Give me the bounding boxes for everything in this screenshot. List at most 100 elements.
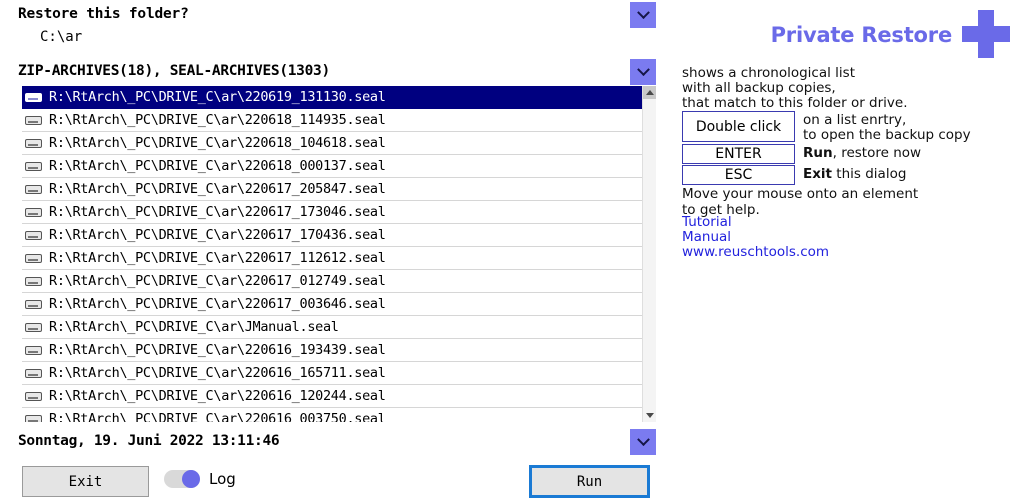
- key-esc[interactable]: ESC: [682, 165, 795, 185]
- chevron-down-icon-header[interactable]: [630, 2, 656, 28]
- chevron-down-icon: [636, 432, 650, 446]
- drive-icon: [25, 368, 42, 379]
- chevron-down-icon: [636, 62, 650, 76]
- drive-slot: [28, 189, 38, 192]
- restore-dialog-main: Restore this folder? C:\ar ZIP-ARCHIVES(…: [0, 0, 660, 504]
- run-button[interactable]: Run: [529, 465, 650, 498]
- list-item-path: R:\RtArch\_PC\DRIVE_C\ar\220617_173046.s…: [49, 204, 386, 220]
- drive-slot: [28, 281, 38, 284]
- drive-icon: [25, 161, 42, 172]
- list-item[interactable]: R:\RtArch\_PC\DRIVE_C\ar\JManual.seal: [22, 316, 642, 339]
- list-item-path: R:\RtArch\_PC\DRIVE_C\ar\JManual.seal: [49, 319, 339, 335]
- tutorial-link[interactable]: Tutorial: [682, 214, 732, 230]
- list-item-path: R:\RtArch\_PC\DRIVE_C\ar\220617_170436.s…: [49, 227, 386, 243]
- key-double-click[interactable]: Double click: [682, 111, 795, 142]
- esc-key-desc: Exit this dialog: [803, 166, 906, 182]
- triangle-down-icon: [645, 413, 654, 418]
- drive-icon: [25, 207, 42, 218]
- list-item[interactable]: R:\RtArch\_PC\DRIVE_C\ar\220617_173046.s…: [22, 201, 642, 224]
- triangle-up-icon: [645, 90, 654, 95]
- description-line-3: that match to this folder or drive.: [682, 95, 908, 111]
- drive-slot: [28, 304, 38, 307]
- log-toggle[interactable]: Log: [164, 470, 236, 488]
- enter-key-desc-bold: Run: [803, 145, 833, 161]
- drive-icon: [25, 276, 42, 287]
- list-item-path: R:\RtArch\_PC\DRIVE_C\ar\220618_114935.s…: [49, 112, 386, 128]
- drive-icon: [25, 184, 42, 195]
- drive-icon: [25, 115, 42, 126]
- list-item[interactable]: R:\RtArch\_PC\DRIVE_C\ar\220617_170436.s…: [22, 224, 642, 247]
- list-item-path: R:\RtArch\_PC\DRIVE_C\ar\220617_003646.s…: [49, 296, 386, 312]
- list-item-path: R:\RtArch\_PC\DRIVE_C\ar\220616_003750.s…: [49, 411, 386, 422]
- double-click-desc-line-1: on a list enrtry,: [803, 112, 907, 128]
- list-item[interactable]: R:\RtArch\_PC\DRIVE_C\ar\220617_112612.s…: [22, 247, 642, 270]
- drive-slot: [28, 396, 38, 399]
- double-click-desc-line-2: to open the backup copy: [803, 127, 971, 143]
- archive-list[interactable]: R:\RtArch\_PC\DRIVE_C\ar\220619_131130.s…: [22, 86, 642, 422]
- list-item[interactable]: R:\RtArch\_PC\DRIVE_C\ar\220617_003646.s…: [22, 293, 642, 316]
- brand-title: Private Restore: [770, 23, 953, 47]
- list-item-path: R:\RtArch\_PC\DRIVE_C\ar\220618_000137.s…: [49, 158, 386, 174]
- drive-slot: [28, 120, 38, 123]
- brand-header: Private Restore: [770, 10, 1010, 58]
- drive-icon: [25, 138, 42, 149]
- list-item[interactable]: R:\RtArch\_PC\DRIVE_C\ar\220618_000137.s…: [22, 155, 642, 178]
- archives-summary-label: ZIP-ARCHIVES(18), SEAL-ARCHIVES(1303): [18, 63, 330, 79]
- website-link[interactable]: www.reuschtools.com: [682, 244, 829, 260]
- drive-icon: [25, 230, 42, 241]
- list-item-path: R:\RtArch\_PC\DRIVE_C\ar\220616_165711.s…: [49, 365, 386, 381]
- drive-slot: [28, 97, 38, 100]
- folder-path-label: C:\ar: [40, 29, 83, 45]
- scroll-arrow-down-icon[interactable]: [643, 409, 656, 422]
- drive-slot: [28, 419, 38, 422]
- chevron-down-icon-date[interactable]: [630, 429, 656, 455]
- chevron-down-icon: [636, 5, 650, 19]
- drive-slot: [28, 350, 38, 353]
- list-item-path: R:\RtArch\_PC\DRIVE_C\ar\220619_131130.s…: [49, 89, 386, 105]
- list-item[interactable]: R:\RtArch\_PC\DRIVE_C\ar\220616_003750.s…: [22, 408, 642, 422]
- drive-icon: [25, 322, 42, 333]
- drive-slot: [28, 212, 38, 215]
- page-title: Restore this folder?: [18, 6, 189, 22]
- datetime-label: Sonntag, 19. Juni 2022 13:11:46: [18, 433, 280, 449]
- drive-slot: [28, 327, 38, 330]
- chevron-down-icon-list[interactable]: [630, 59, 656, 85]
- esc-key-desc-bold: Exit: [803, 166, 833, 182]
- drive-slot: [28, 373, 38, 376]
- list-item[interactable]: R:\RtArch\_PC\DRIVE_C\ar\220617_012749.s…: [22, 270, 642, 293]
- log-toggle-switch[interactable]: [164, 470, 200, 488]
- drive-slot: [28, 143, 38, 146]
- drive-slot: [28, 235, 38, 238]
- drive-icon: [25, 414, 42, 422]
- cross-bar-vertical: [978, 10, 994, 58]
- drive-slot: [28, 258, 38, 261]
- archive-list-container: R:\RtArch\_PC\DRIVE_C\ar\220619_131130.s…: [22, 86, 656, 422]
- help-sidebar: Private Restore shows a chronological li…: [660, 0, 1024, 504]
- manual-link[interactable]: Manual: [682, 229, 731, 245]
- list-item[interactable]: R:\RtArch\_PC\DRIVE_C\ar\220619_131130.s…: [22, 86, 642, 109]
- list-item[interactable]: R:\RtArch\_PC\DRIVE_C\ar\220616_165711.s…: [22, 362, 642, 385]
- list-item[interactable]: R:\RtArch\_PC\DRIVE_C\ar\220618_104618.s…: [22, 132, 642, 155]
- list-item-path: R:\RtArch\_PC\DRIVE_C\ar\220618_104618.s…: [49, 135, 386, 151]
- list-item[interactable]: R:\RtArch\_PC\DRIVE_C\ar\220616_120244.s…: [22, 385, 642, 408]
- enter-key-desc-rest: , restore now: [832, 145, 922, 161]
- exit-button[interactable]: Exit: [22, 466, 149, 497]
- drive-slot: [28, 166, 38, 169]
- key-enter[interactable]: ENTER: [682, 144, 795, 164]
- list-item[interactable]: R:\RtArch\_PC\DRIVE_C\ar\220616_193439.s…: [22, 339, 642, 362]
- esc-key-desc-rest: this dialog: [832, 166, 907, 182]
- drive-icon: [25, 253, 42, 264]
- list-item[interactable]: R:\RtArch\_PC\DRIVE_C\ar\220618_114935.s…: [22, 109, 642, 132]
- list-item[interactable]: R:\RtArch\_PC\DRIVE_C\ar\220617_205847.s…: [22, 178, 642, 201]
- drive-icon: [25, 92, 42, 103]
- cross-icon: [962, 10, 1010, 58]
- description-line-1: shows a chronological list: [682, 65, 855, 81]
- enter-key-desc: Run, restore now: [803, 145, 921, 161]
- scroll-arrow-up-icon[interactable]: [643, 86, 656, 99]
- list-item-path: R:\RtArch\_PC\DRIVE_C\ar\220617_112612.s…: [49, 250, 386, 266]
- drive-icon: [25, 391, 42, 402]
- drive-icon: [25, 345, 42, 356]
- list-item-path: R:\RtArch\_PC\DRIVE_C\ar\220616_120244.s…: [49, 388, 386, 404]
- list-scrollbar[interactable]: [642, 86, 656, 422]
- mouse-help-line-1: Move your mouse onto an element: [682, 186, 919, 202]
